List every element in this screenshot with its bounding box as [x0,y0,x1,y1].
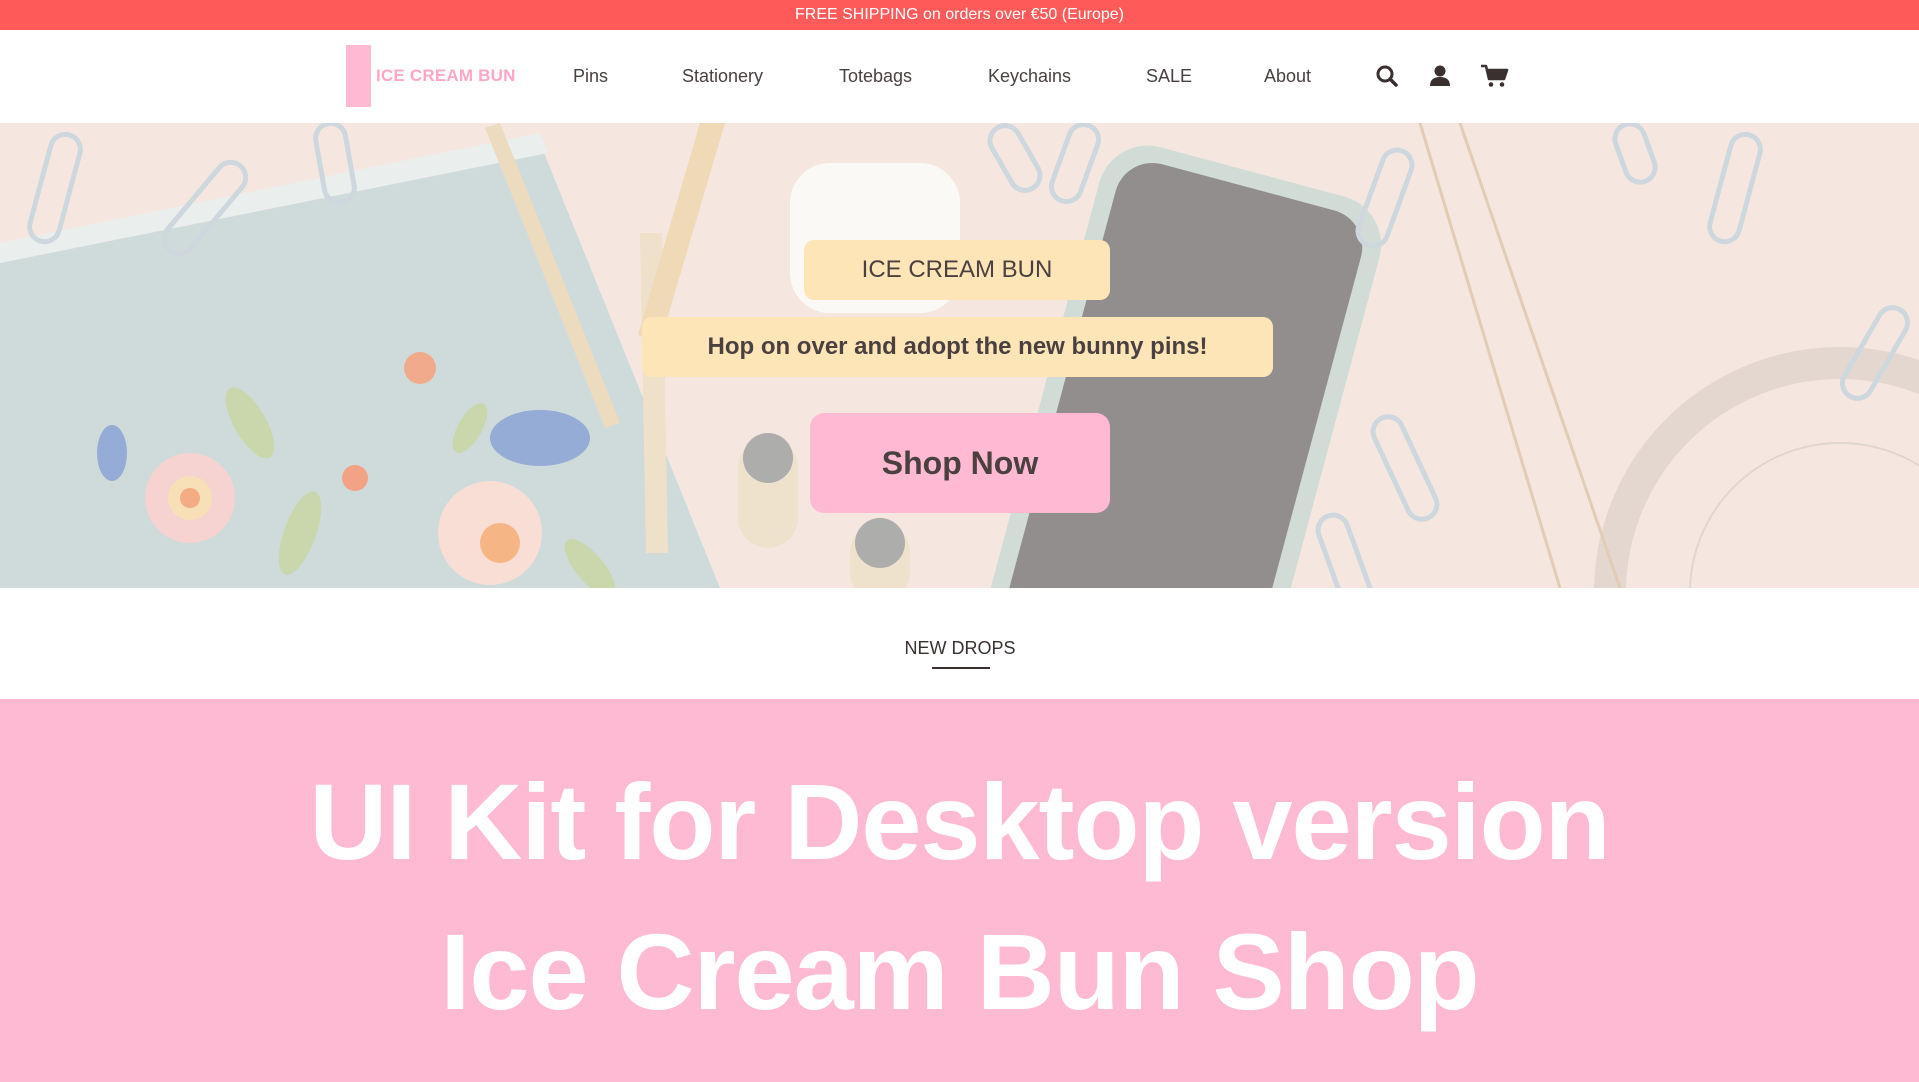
hero-subtitle: Hop on over and adopt the new bunny pins… [642,317,1273,377]
nav-item-totebags[interactable]: Totebags [839,66,912,87]
nav-item-keychains[interactable]: Keychains [988,66,1071,87]
promo-bar: FREE SHIPPING on orders over €50 (Europe… [0,0,1919,30]
nav-item-pins[interactable]: Pins [573,66,608,87]
nav-item-stationery[interactable]: Stationery [682,66,763,87]
tab-underline [932,667,990,669]
promo-text: FREE SHIPPING on orders over €50 (Europe… [794,6,1125,23]
promo-banner: UI Kit for Desktop version Ice Cream Bun… [0,699,1919,1082]
account-icon[interactable] [1427,63,1453,89]
hero-banner: ICE CREAM BUN Hop on over and adopt the … [0,123,1919,588]
logo-text: ICE CREAM BUN [376,66,516,85]
nav-item-sale[interactable]: SALE [1146,66,1192,87]
hero-title: ICE CREAM BUN [804,240,1110,300]
logo[interactable]: ICE CREAM BUN [346,45,516,107]
cart-icon[interactable] [1480,63,1510,89]
logo-mark [346,45,371,107]
tab-new-drops[interactable]: NEW DROPS [880,638,1040,659]
shop-now-button[interactable]: Shop Now [810,413,1110,513]
nav-item-about[interactable]: About [1264,66,1311,87]
banner-heading-line2: Ice Cream Bun Shop [440,911,1479,1032]
site-header: ICE CREAM BUN Pins Stationery Totebags K… [0,30,1919,123]
banner-heading-line1: UI Kit for Desktop version [309,761,1610,882]
search-icon[interactable] [1374,63,1400,89]
